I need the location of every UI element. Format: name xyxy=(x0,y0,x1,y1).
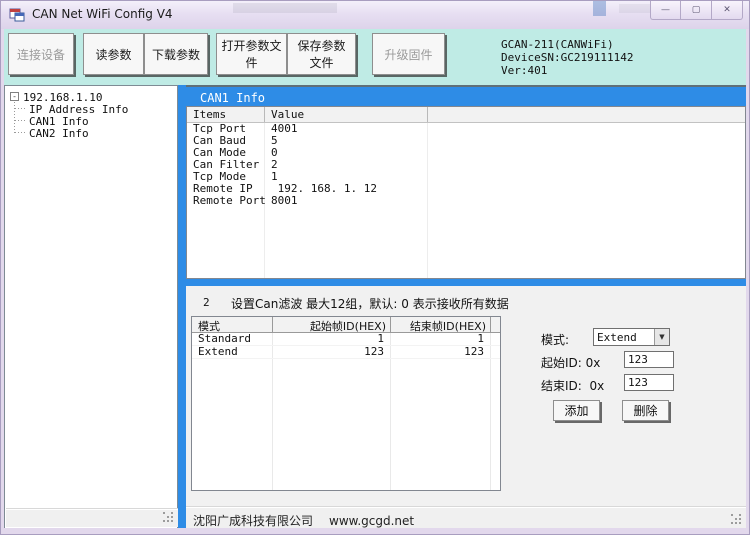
mode-selected-value: Extend xyxy=(597,331,637,344)
maximize-icon: ▢ xyxy=(692,5,701,15)
filter-table-rows: Standard 1 1 Extend 123 123 xyxy=(192,333,500,359)
column-separator[interactable] xyxy=(264,107,265,122)
column-header-start-id[interactable]: 起始帧ID(HEX) xyxy=(274,318,386,334)
column-separator[interactable] xyxy=(390,317,391,332)
upgrade-firmware-button[interactable]: 升级固件 xyxy=(372,33,445,75)
open-param-file-button[interactable]: 打开参数文件 xyxy=(216,33,287,75)
connect-device-button[interactable]: 连接设备 xyxy=(8,33,74,75)
column-separator[interactable] xyxy=(427,107,428,122)
window-bottom-border xyxy=(1,528,749,534)
column-header-end-id[interactable]: 结束帧ID(HEX) xyxy=(392,318,486,334)
items-table-rows: Tcp Port4001 Can Baud5 Can Mode0 Can Fil… xyxy=(187,123,745,207)
website-text: www.gcgd.net xyxy=(329,514,414,528)
tree-connector-line xyxy=(14,102,15,133)
start-id-cell: 1 xyxy=(274,333,384,345)
tree-collapse-icon[interactable]: - xyxy=(10,92,19,101)
close-icon: ✕ xyxy=(723,5,731,15)
device-model: GCAN-211(CANWiFi) xyxy=(501,38,633,51)
maximize-button[interactable]: ▢ xyxy=(681,1,712,20)
filter-table-header: 模式 起始帧ID(HEX) 结束帧ID(HEX) xyxy=(192,317,500,333)
column-separator[interactable] xyxy=(272,317,273,332)
company-name: 沈阳广成科技有限公司 xyxy=(193,514,313,528)
device-tree-panel: - 192.168.1.10 IP Address Info CAN1 Info… xyxy=(4,85,178,529)
filter-hint-label: 设置Can滤波 最大12组，默认: 0 表示接收所有数据 xyxy=(231,295,509,312)
end-id-cell: 1 xyxy=(392,333,484,345)
can1-items-table: Items Value Tcp Port4001 Can Baud5 Can M… xyxy=(186,106,746,279)
minimize-button[interactable]: — xyxy=(650,1,681,20)
tree-panel-statusbar xyxy=(6,510,178,527)
download-params-button[interactable]: 下载参数 xyxy=(144,33,208,75)
device-info: GCAN-211(CANWiFi) DeviceSN:GC219111142 V… xyxy=(501,38,633,77)
tree-node-can2-info[interactable]: CAN2 Info xyxy=(29,127,89,140)
resize-grip-icon[interactable] xyxy=(731,514,742,525)
can-filter-panel: 2 设置Can滤波 最大12组，默认: 0 表示接收所有数据 模式 起始帧ID(… xyxy=(186,286,746,508)
main-area: - 192.168.1.10 IP Address Info CAN1 Info… xyxy=(4,85,746,529)
can1-panel: CAN1 Info Items Value Tcp Port4001 Can B… xyxy=(186,85,746,529)
window-controls: — ▢ ✕ xyxy=(650,1,743,20)
chevron-down-icon[interactable]: ▼ xyxy=(654,329,669,345)
delete-filter-button[interactable]: 删除 xyxy=(622,400,669,421)
device-version: Ver:401 xyxy=(501,64,633,77)
titlebar-ghost-artifact xyxy=(593,1,606,16)
filter-count: 2 xyxy=(203,296,210,309)
read-params-button[interactable]: 读参数 xyxy=(83,33,144,75)
mode-cell: Extend xyxy=(198,346,238,358)
end-id-input[interactable]: 123 xyxy=(624,374,674,391)
can1-panel-title: CAN1 Info xyxy=(200,91,265,105)
window-title: CAN Net WiFi Config V4 xyxy=(32,7,173,21)
table-row[interactable]: Standard 1 1 xyxy=(192,333,500,346)
close-button[interactable]: ✕ xyxy=(712,1,743,20)
minimize-icon: — xyxy=(661,5,670,15)
titlebar[interactable]: CAN Net WiFi Config V4 — ▢ ✕ xyxy=(1,1,749,29)
table-row[interactable]: Extend 123 123 xyxy=(192,346,500,359)
item-cell: Remote Port xyxy=(193,195,266,207)
end-id-label: 结束ID: 0x xyxy=(541,377,604,394)
device-serial: DeviceSN:GC219111142 xyxy=(501,51,633,64)
tree-connector-line xyxy=(15,108,26,109)
column-header-items[interactable]: Items xyxy=(193,108,226,121)
resize-grip-icon[interactable] xyxy=(163,512,174,523)
tree-connector-line xyxy=(15,132,26,133)
column-separator[interactable] xyxy=(490,317,491,332)
items-table-header: Items Value xyxy=(187,107,745,123)
can1-panel-header: CAN1 Info xyxy=(186,85,746,106)
end-id-cell: 123 xyxy=(392,346,484,358)
titlebar-ghost-artifact xyxy=(233,3,337,13)
mode-cell: Standard xyxy=(198,333,251,345)
start-id-input[interactable]: 123 xyxy=(624,351,674,368)
add-filter-button[interactable]: 添加 xyxy=(553,400,600,421)
start-id-label: 起始ID: 0x xyxy=(541,354,600,371)
app-icon xyxy=(9,7,25,23)
tree-connector-line xyxy=(15,120,26,121)
save-param-file-button[interactable]: 保存参数文件 xyxy=(287,33,356,75)
value-cell: 8001 xyxy=(271,195,298,207)
start-id-cell: 123 xyxy=(274,346,384,358)
mode-label: 模式: xyxy=(541,331,569,348)
mode-select[interactable]: Extend ▼ xyxy=(593,328,670,346)
app-window: CAN Net WiFi Config V4 — ▢ ✕ 连接设备 读参数 下载… xyxy=(0,0,750,535)
statusbar: 沈阳广成科技有限公司 www.gcgd.net xyxy=(186,508,746,529)
table-row[interactable]: Remote Port 8001 xyxy=(187,195,745,207)
filter-table: 模式 起始帧ID(HEX) 结束帧ID(HEX) Standard 1 xyxy=(191,316,501,491)
toolbar: 连接设备 读参数 下载参数 打开参数文件 保存参数文件 升级固件 GCAN-21… xyxy=(4,29,746,85)
column-header-value[interactable]: Value xyxy=(271,108,304,121)
